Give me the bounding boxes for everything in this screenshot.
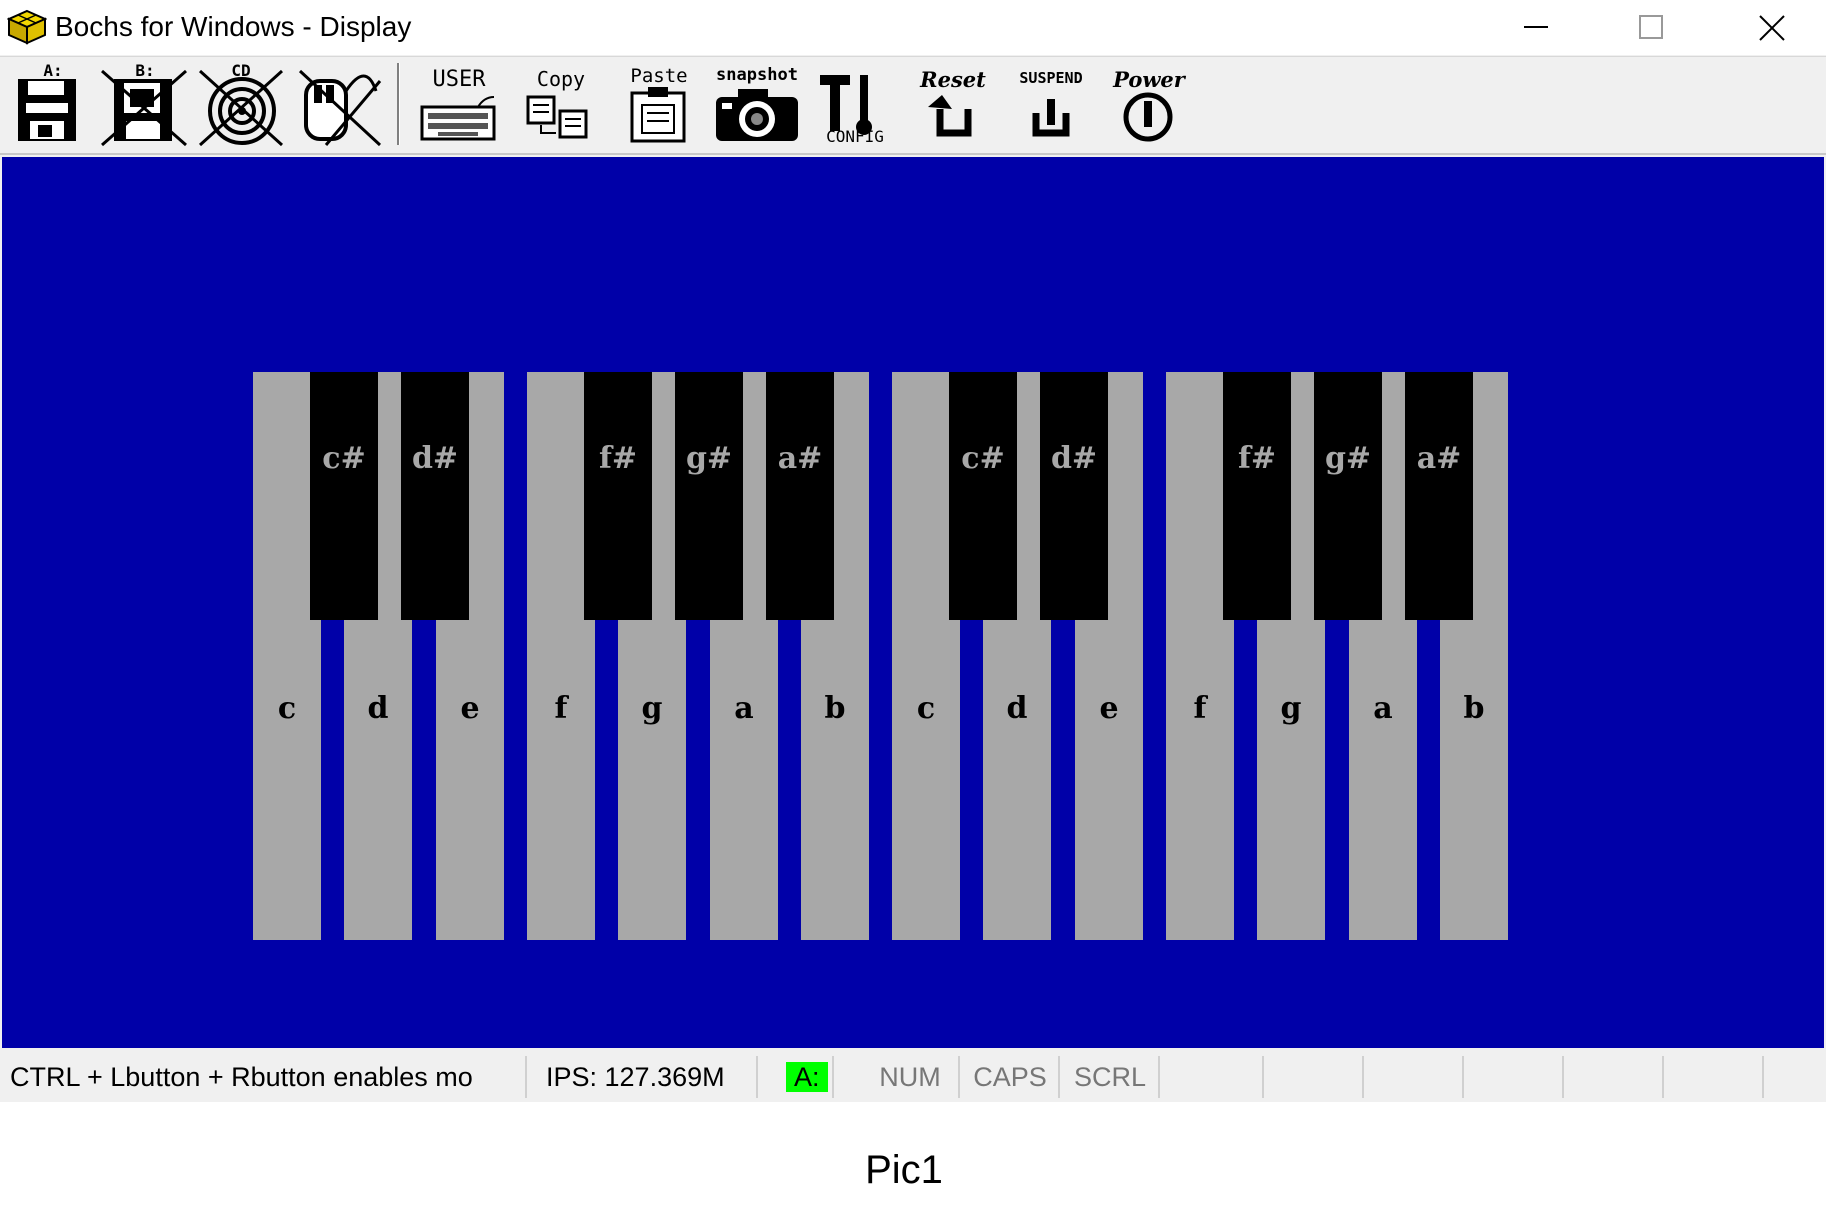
black-key-label: g# (685, 441, 733, 476)
title-bar[interactable]: Bochs for Windows - Display (0, 0, 1826, 55)
floppy-icon (18, 79, 76, 141)
close-button[interactable] (1716, 0, 1826, 55)
drive-a-indicator: A: (786, 1056, 834, 1098)
mouse-button[interactable] (296, 61, 386, 147)
black-key-f-sharp[interactable]: f# (1223, 372, 1291, 620)
figure-caption: Pic1 (865, 1148, 943, 1192)
black-key-f-sharp[interactable]: f# (584, 372, 652, 620)
status-bar: CTRL + Lbutton + Rbutton enables mo IPS:… (0, 1051, 1826, 1102)
white-key-label: a (734, 691, 754, 726)
toolbar: A: B: CD USER Copy Paste snapshot CONFIG… (0, 56, 1826, 155)
copy-icon (526, 95, 588, 139)
clipboard-icon (630, 87, 686, 143)
black-key-label: d# (1050, 441, 1098, 476)
user-button[interactable]: USER (414, 61, 504, 147)
status-slot (1664, 1056, 1764, 1098)
suspend-icon (1032, 99, 1070, 137)
white-key-label: b (824, 691, 846, 726)
caps-lock-indicator: CAPS (962, 1056, 1060, 1098)
power-button[interactable]: Power (1104, 61, 1194, 147)
black-key-d-sharp[interactable]: d# (401, 372, 469, 620)
black-key-label: f# (1237, 441, 1277, 476)
close-icon (1759, 15, 1785, 41)
black-key-label: c# (322, 441, 366, 476)
white-key-label: f (554, 691, 568, 726)
toolbar-separator (397, 63, 400, 145)
white-key-label: b (1463, 691, 1485, 726)
white-key-label: e (1099, 691, 1119, 726)
window-title: Bochs for Windows - Display (55, 11, 412, 42)
white-key-label: g (641, 691, 663, 726)
white-key-label: f (1193, 691, 1207, 726)
scroll-lock-indicator: SCRL (1062, 1056, 1160, 1098)
paste-button[interactable]: Paste (614, 61, 704, 147)
config-label: CONFIG (826, 127, 884, 146)
bochs-window: Bochs for Windows - Display A: B: CD USE… (0, 0, 1826, 1102)
suspend-button[interactable]: SUSPEND (1006, 61, 1096, 147)
status-message: CTRL + Lbutton + Rbutton enables mo (10, 1056, 527, 1098)
white-key-label: g (1280, 691, 1302, 726)
reset-icon (928, 95, 972, 137)
floppy-b-button[interactable]: B: (100, 61, 190, 147)
drive-a-label: A: (786, 1062, 828, 1092)
black-key-c-sharp[interactable]: c# (310, 372, 378, 620)
status-slot (1464, 1056, 1564, 1098)
black-key-label: a# (1416, 441, 1462, 476)
ips-indicator: IPS: 127.369M (546, 1056, 758, 1098)
cdrom-disabled-icon (198, 69, 284, 147)
black-key-a-sharp[interactable]: a# (766, 372, 834, 620)
copy-button[interactable]: Copy (516, 61, 606, 147)
white-key-label: c (916, 691, 936, 726)
black-key-a-sharp[interactable]: a# (1405, 372, 1473, 620)
minimize-button[interactable] (1481, 0, 1591, 55)
white-key-label: d (367, 691, 389, 726)
floppy-disabled-icon (101, 69, 187, 147)
white-key-label: d (1006, 691, 1028, 726)
status-slot (1164, 1056, 1264, 1098)
status-slot (1364, 1056, 1464, 1098)
keyboard-icon (420, 96, 496, 141)
snapshot-button[interactable]: snapshot (712, 61, 802, 147)
black-key-g-sharp[interactable]: g# (1314, 372, 1382, 620)
floppy-a-button[interactable]: A: (8, 61, 98, 147)
piano-keyboard: c d e f g a b c d e f g a b c# d# f# g# a# c# d# f# g# a# (2, 157, 1824, 1048)
camera-icon (716, 89, 798, 141)
black-key-label: a# (777, 441, 823, 476)
white-key-label: c (277, 691, 297, 726)
minimize-icon (1524, 26, 1548, 28)
bochs-cube-icon (7, 9, 47, 45)
maximize-icon (1639, 15, 1663, 39)
black-key-d-sharp[interactable]: d# (1040, 372, 1108, 620)
reset-button[interactable]: Reset (908, 61, 998, 147)
black-key-label: f# (598, 441, 638, 476)
white-key-label: a (1373, 691, 1393, 726)
black-key-label: c# (961, 441, 1005, 476)
maximize-button[interactable] (1596, 0, 1706, 55)
num-lock-indicator: NUM (862, 1056, 960, 1098)
white-key-label: e (460, 691, 480, 726)
status-slot (1564, 1056, 1664, 1098)
black-key-label: d# (411, 441, 459, 476)
black-key-label: g# (1324, 441, 1372, 476)
config-button[interactable]: CONFIG (810, 61, 900, 147)
power-icon (1123, 92, 1173, 142)
black-key-g-sharp[interactable]: g# (675, 372, 743, 620)
status-slot (1264, 1056, 1364, 1098)
mouse-disabled-icon (298, 69, 382, 147)
cdrom-button[interactable]: CD (196, 61, 286, 147)
emulator-display[interactable]: c d e f g a b c d e f g a b c# d# f# g# a# c# d# f# g# a# (2, 157, 1824, 1048)
black-key-c-sharp[interactable]: c# (949, 372, 1017, 620)
